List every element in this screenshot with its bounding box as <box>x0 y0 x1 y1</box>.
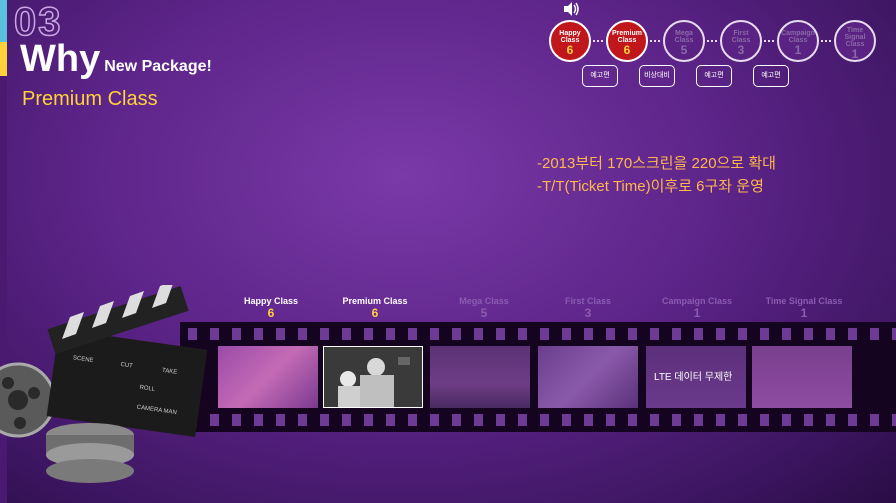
circle-value: 6 <box>566 43 574 57</box>
circle-label: Mega Class <box>674 30 694 44</box>
slide-number: 03 <box>13 0 63 44</box>
callout-bubble: 예고편 <box>696 65 732 87</box>
slide-title: Why New Package! <box>20 40 212 78</box>
callout-bubble: 예고편 <box>753 65 789 87</box>
film-label-first: First Class 3 <box>533 296 643 320</box>
note-line: -2013부터 170스크린을 220으로 확대 <box>537 155 776 172</box>
film-label-name: Time Signal Class <box>765 296 843 306</box>
circle-value: 1 <box>794 43 802 57</box>
film-frame-time-signal[interactable] <box>752 346 852 408</box>
circle-mega-class[interactable]: Mega Class 5 <box>663 20 705 62</box>
circle-label: Happy Class <box>559 30 581 44</box>
film-label-campaign: Campaign Class 1 <box>642 296 752 320</box>
film-canister-icon <box>46 423 134 483</box>
film-label-mega: Mega Class 5 <box>429 296 539 320</box>
accent-bar-blue <box>0 0 7 42</box>
film-frame-first[interactable] <box>538 346 638 408</box>
callout-bubble: 비상대비 <box>639 65 675 87</box>
speaker-icon[interactable] <box>562 0 580 18</box>
connector <box>703 40 717 42</box>
circle-value: 3 <box>737 43 745 57</box>
connector <box>646 40 660 42</box>
film-label-value: 5 <box>480 306 488 320</box>
circle-value: 1 <box>851 47 859 61</box>
circle-campaign-class[interactable]: Campaign Class 1 <box>777 20 819 62</box>
connector <box>589 40 603 42</box>
accent-bar-yellow <box>0 42 7 76</box>
circle-label: First Class <box>731 30 751 44</box>
callout-bubble: 예고편 <box>582 65 618 87</box>
film-label-value: 1 <box>693 306 701 320</box>
clapper-board-icon: SCENE CUT TAKE ROLL CAMERA MAN <box>46 285 208 438</box>
connector <box>817 40 831 42</box>
note-line: -T/T(Ticket Time)이후로 6구좌 운영 <box>537 178 764 195</box>
frame-caption: LTE 데이터 무제한 <box>654 372 733 383</box>
film-reel-icon <box>0 362 56 438</box>
clapperboard-illustration: SCENE CUT TAKE ROLL CAMERA MAN <box>0 285 208 483</box>
film-label-value: 1 <box>800 306 808 320</box>
film-label-name: Premium Class <box>342 296 408 306</box>
film-label-premium: Premium Class 6 <box>320 296 430 320</box>
title-new-package: New Package! <box>104 58 212 75</box>
film-frame-campaign[interactable]: LTE 데이터 무제한 <box>646 346 746 408</box>
film-label-name: First Class <box>564 296 612 306</box>
film-frame-mega[interactable] <box>430 346 530 408</box>
sprocket-holes-top <box>180 328 896 340</box>
film-label-value: 6 <box>267 306 275 320</box>
film-frame-happy[interactable] <box>218 346 318 408</box>
family-photo <box>324 347 422 407</box>
circle-value: 5 <box>680 43 688 57</box>
film-label-value: 6 <box>371 306 379 320</box>
circle-label: Campaign Class <box>781 30 815 44</box>
film-label-time-signal: Time Signal Class 1 <box>749 296 859 320</box>
circle-happy-class[interactable]: Happy Class 6 <box>549 20 591 62</box>
circle-value: 6 <box>623 43 631 57</box>
circle-first-class[interactable]: First Class 3 <box>720 20 762 62</box>
circle-premium-class[interactable]: Premium Class 6 <box>606 20 648 62</box>
film-label-happy: Happy Class 6 <box>216 296 326 320</box>
circle-label: Time Signal Class <box>844 27 866 48</box>
circle-label: Premium Class <box>612 30 642 44</box>
circle-time-signal-class[interactable]: Time Signal Class 1 <box>834 20 876 62</box>
connector <box>760 40 774 42</box>
film-strip: LTE 데이터 무제한 <box>180 322 896 432</box>
slide-stage: 03 Why New Package! Premium Class Happy Cl… <box>0 0 896 503</box>
film-label-value: 3 <box>584 306 592 320</box>
film-label-name: Campaign Class <box>661 296 733 306</box>
class-circles: Happy Class 6 Premium Class 6 Mega Class 5 … <box>545 18 885 93</box>
film-label-name: Mega Class <box>459 296 509 306</box>
sprocket-holes-bottom <box>180 414 896 426</box>
title-why: Why <box>20 38 101 80</box>
film-frame-premium[interactable] <box>323 346 423 408</box>
film-label-name: Happy Class <box>243 296 299 306</box>
notes-block: -2013부터 170스크린을 220으로 확대 -T/T(Ticket Tim… <box>537 152 776 198</box>
slide-subtitle: Premium Class <box>22 88 158 110</box>
